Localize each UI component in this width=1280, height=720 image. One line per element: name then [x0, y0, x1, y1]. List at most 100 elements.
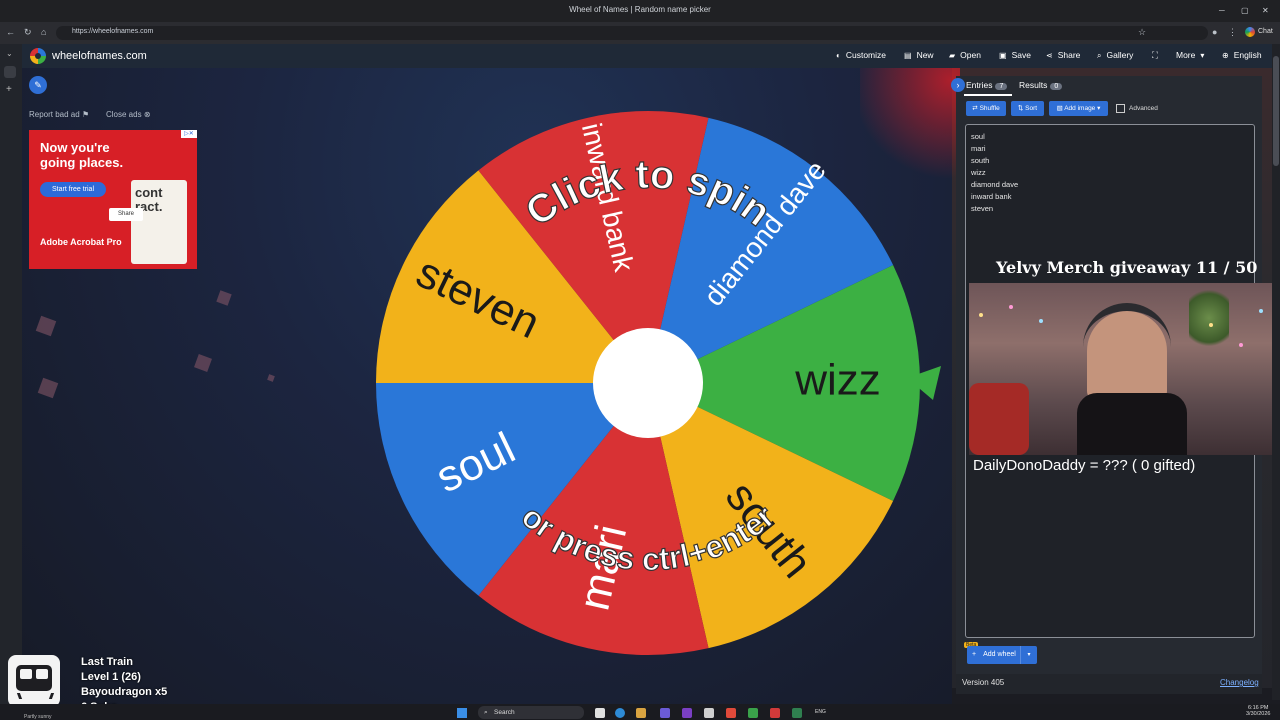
nav-share[interactable]: ⋖ Share — [1046, 50, 1080, 60]
minimize-icon[interactable]: ─ — [1219, 6, 1225, 15]
add-image-button[interactable]: ▧ Add image ▾ — [1049, 101, 1108, 116]
caret-down-icon: ▾ — [1200, 51, 1205, 60]
nav-save-label: Save — [1011, 50, 1031, 60]
chat-icon[interactable] — [1245, 27, 1255, 37]
changelog-link[interactable]: Changelog — [1220, 678, 1259, 687]
name-wheel[interactable]: wizzsouthmarisoulsteveninward bank diamon… — [375, 110, 921, 656]
nav-open[interactable]: ▰ Open — [949, 50, 981, 60]
report-bad-ad-label: Report bad ad — [29, 110, 80, 119]
entry-line: diamond dave — [971, 180, 1019, 189]
results-count-badge: 0 — [1050, 83, 1063, 90]
webcam-overlay — [969, 283, 1280, 455]
close-icon[interactable]: ✕ — [1262, 6, 1269, 15]
scrollbar-thumb[interactable] — [1273, 56, 1279, 166]
fairy-light — [1209, 323, 1213, 327]
site-name[interactable]: wheelofnames.com — [52, 50, 147, 62]
entry-line: wizz — [971, 168, 986, 177]
nav-more-label: More — [1176, 50, 1196, 60]
app-icon[interactable] — [748, 708, 758, 718]
fullscreen-icon[interactable]: ⛶ — [1152, 50, 1158, 61]
ad-brand: Adobe Acrobat Pro — [40, 237, 122, 247]
folder-icon[interactable] — [636, 708, 646, 718]
collapse-panel-icon[interactable]: › — [951, 78, 965, 92]
nav-customize[interactable]: ◐ Customize — [836, 50, 886, 60]
app-icon[interactable] — [726, 708, 736, 718]
close-ads-label: Close ads — [106, 110, 142, 119]
weather-widget[interactable]: Partly sunny — [24, 714, 52, 720]
app-icon[interactable] — [770, 708, 780, 718]
shuffle-button[interactable]: ⇄ Shuffle — [966, 101, 1006, 116]
advanced-checkbox[interactable]: Advanced — [1116, 104, 1158, 113]
tab-favicon-icon[interactable] — [4, 66, 16, 78]
share-icon: ⋖ — [1046, 51, 1053, 60]
tab-entries[interactable]: Entries 7 — [966, 80, 1008, 90]
home-icon[interactable]: ⌂ — [41, 27, 46, 37]
caret-down-icon: ▾ — [1095, 105, 1101, 112]
site-logo-icon[interactable] — [30, 48, 46, 64]
entry-line: steven — [971, 204, 994, 213]
sort-button[interactable]: ⇅ Sort — [1011, 101, 1044, 116]
new-tab-plus-icon[interactable]: + — [6, 84, 12, 95]
windows-start-icon[interactable] — [457, 708, 467, 718]
language-indicator[interactable]: ENG — [815, 709, 826, 715]
report-bad-ad-link[interactable]: Report bad ad ⚑ — [29, 110, 89, 119]
streamer-shirt — [1077, 393, 1187, 455]
menu-icon[interactable]: ⋮ — [1228, 27, 1237, 38]
nav-more[interactable]: More ▾ — [1176, 50, 1209, 60]
entry-line: inward bank — [971, 192, 1012, 201]
chevron-down-icon[interactable]: ⌄ — [6, 49, 13, 58]
taskview-icon[interactable] — [595, 708, 605, 718]
taskbar-clock[interactable]: 6:16 PM 3/30/2026 — [1246, 705, 1270, 717]
nav-new[interactable]: ▤ New — [904, 50, 934, 60]
flag-icon: ⚑ — [81, 110, 90, 119]
nav-gallery[interactable]: ⌕ Gallery — [1097, 50, 1133, 61]
nav-language-label: English — [1233, 50, 1262, 60]
adchoices-icon[interactable]: ▷✕ — [181, 130, 197, 138]
app-icon[interactable] — [660, 708, 670, 718]
headset-shape — [1083, 303, 1171, 351]
tab-entries-label: Entries — [966, 80, 993, 90]
bookmark-star-icon[interactable]: ☆ — [1138, 27, 1146, 38]
wheel-segment-label: wizz — [794, 356, 881, 405]
window-title: Wheel of Names | Random name picker — [569, 5, 711, 14]
app-icon[interactable] — [682, 708, 692, 718]
plus-icon: + — [972, 651, 977, 658]
ad-cta-button[interactable]: Start free trial — [40, 182, 106, 197]
url-field[interactable]: https://wheelofnames.com — [56, 26, 1208, 40]
nav-language[interactable]: ⊕ English — [1222, 50, 1262, 60]
app-icon[interactable] — [792, 708, 802, 718]
add-wheel-button[interactable]: + Add wheel ▾ — [967, 646, 1037, 664]
fairy-light — [1239, 343, 1243, 347]
train-leg — [40, 693, 55, 699]
chat-label[interactable]: Chat — [1258, 28, 1273, 35]
wheel-center-hub[interactable] — [593, 328, 703, 438]
checkbox-box[interactable] — [1116, 104, 1125, 113]
edit-pencil-icon[interactable]: ✎ — [29, 76, 47, 94]
tab-results[interactable]: Results 0 — [1019, 80, 1063, 90]
add-image-label: Add image — [1064, 105, 1096, 112]
maximize-icon[interactable]: ▢ — [1241, 6, 1249, 15]
advanced-label: Advanced — [1129, 105, 1158, 113]
globe-icon: ⊕ — [1222, 51, 1229, 60]
tab-results-label: Results — [1019, 80, 1048, 90]
nav-open-label: Open — [960, 50, 981, 60]
ad-banner[interactable]: Now you're going places. Start free tria… — [29, 130, 197, 269]
nav-gallery-label: Gallery — [1106, 50, 1134, 60]
entries-count-badge: 7 — [995, 83, 1008, 90]
profile-icon[interactable]: ● — [1212, 27, 1217, 37]
donor-overlay-text: DailyDonoDaddy = ??? ( 0 gifted) — [973, 457, 1196, 474]
back-icon[interactable]: ← — [6, 27, 15, 37]
edge-icon[interactable] — [615, 708, 625, 718]
nav-save[interactable]: ▣ Save — [999, 50, 1031, 60]
entry-line: mari — [971, 144, 986, 153]
taskbar-search-box[interactable]: ⌕ Search — [478, 706, 584, 719]
caret-down-icon[interactable]: ▾ — [1020, 646, 1037, 664]
plant-shape — [1189, 283, 1229, 353]
url-text: https://wheelofnames.com — [72, 28, 154, 35]
add-wheel-label: Add wheel — [983, 651, 1016, 658]
version-text: Version 405 — [962, 678, 1005, 687]
giveaway-overlay-text: Yelvy Merch giveaway 11 / 50 — [996, 258, 1258, 277]
app-icon[interactable] — [704, 708, 714, 718]
close-ads-link[interactable]: Close ads ⊗ — [106, 110, 151, 119]
reload-icon[interactable]: ↻ — [24, 27, 32, 38]
